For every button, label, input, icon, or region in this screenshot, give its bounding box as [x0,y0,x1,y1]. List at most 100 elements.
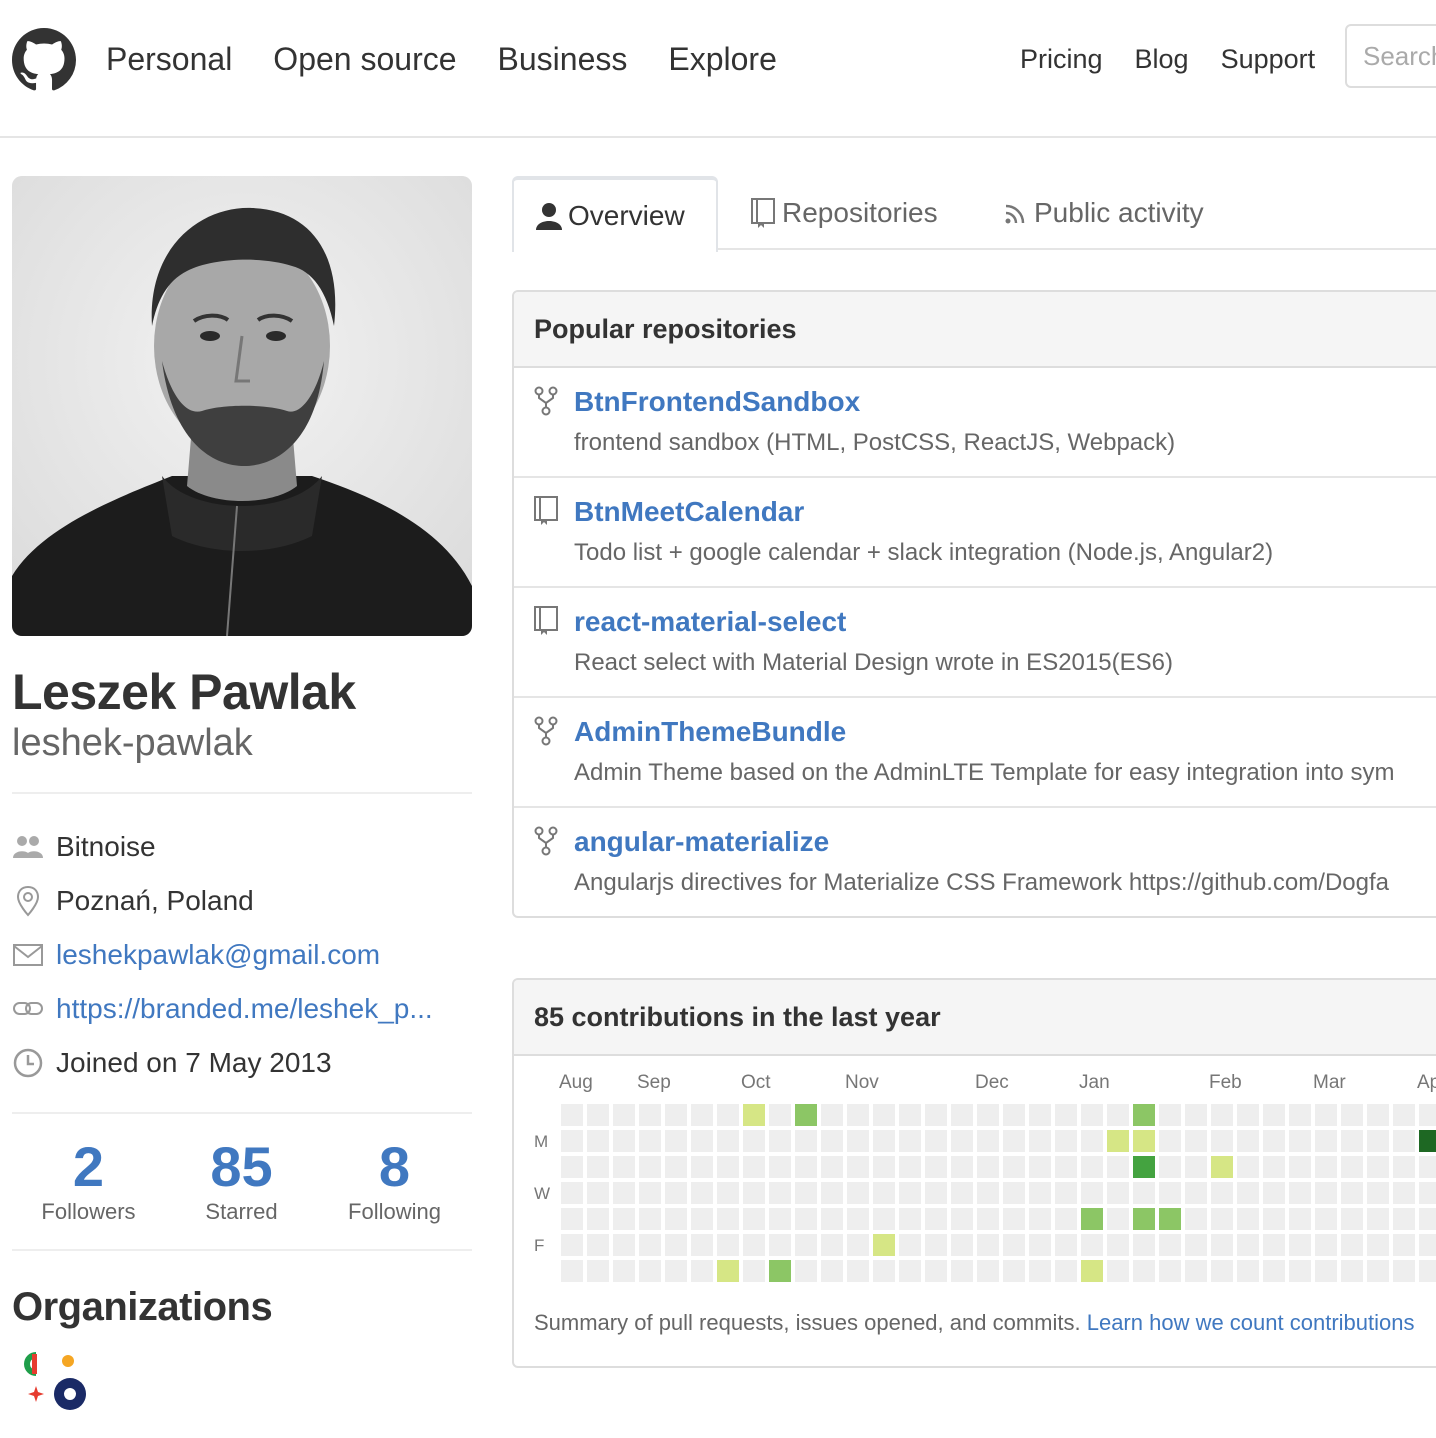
contribution-day[interactable] [847,1156,869,1178]
contribution-day[interactable] [1211,1182,1233,1204]
repo-name-link[interactable]: AdminThemeBundle [574,714,846,750]
contribution-day[interactable] [1029,1234,1051,1256]
contribution-day[interactable] [1081,1260,1103,1282]
contribution-day[interactable] [1081,1234,1103,1256]
contribution-day[interactable] [899,1208,921,1230]
contribution-day[interactable] [925,1104,947,1126]
contribution-day[interactable] [1133,1104,1155,1126]
contribution-day[interactable] [769,1130,791,1152]
contribution-day[interactable] [639,1130,661,1152]
contribution-day[interactable] [1185,1260,1207,1282]
contribution-day[interactable] [717,1182,739,1204]
contribution-day[interactable] [1029,1104,1051,1126]
contribution-day[interactable] [1367,1104,1389,1126]
contribution-day[interactable] [769,1104,791,1126]
contribution-day[interactable] [769,1208,791,1230]
contribution-day[interactable] [951,1260,973,1282]
contribution-day[interactable] [587,1260,609,1282]
contribution-day[interactable] [795,1208,817,1230]
contribution-day[interactable] [743,1208,765,1230]
contribution-day[interactable] [639,1182,661,1204]
contribution-day[interactable] [1341,1208,1363,1230]
contribution-day[interactable] [1289,1130,1311,1152]
contribution-day[interactable] [561,1104,583,1126]
organization-avatar-icon[interactable] [14,1344,94,1416]
contribution-day[interactable] [665,1234,687,1256]
contribution-day[interactable] [1159,1156,1181,1178]
contribution-day[interactable] [899,1182,921,1204]
contribution-day[interactable] [1029,1208,1051,1230]
contribution-day[interactable] [977,1130,999,1152]
email-link[interactable]: leshekpawlak@gmail.com [56,939,380,971]
contribution-day[interactable] [691,1130,713,1152]
contribution-day[interactable] [561,1208,583,1230]
contribution-day[interactable] [925,1260,947,1282]
contribution-day[interactable] [1107,1104,1129,1126]
contribution-day[interactable] [717,1104,739,1126]
contribution-day[interactable] [873,1208,895,1230]
contribution-day[interactable] [1185,1208,1207,1230]
contribution-day[interactable] [951,1234,973,1256]
contribution-day[interactable] [613,1234,635,1256]
contribution-day[interactable] [951,1182,973,1204]
nav-support[interactable]: Support [1221,40,1316,78]
contribution-day[interactable] [639,1156,661,1178]
contribution-day[interactable] [821,1104,843,1126]
contribution-day[interactable] [1107,1260,1129,1282]
contribution-day[interactable] [1419,1104,1436,1126]
contribution-day[interactable] [1055,1208,1077,1230]
contribution-day[interactable] [613,1260,635,1282]
contribution-day[interactable] [977,1208,999,1230]
contribution-day[interactable] [691,1234,713,1256]
contribution-day[interactable] [1055,1182,1077,1204]
contribution-day[interactable] [691,1156,713,1178]
contribution-day[interactable] [1107,1208,1129,1230]
contribution-day[interactable] [613,1156,635,1178]
contribution-day[interactable] [1341,1182,1363,1204]
contribution-day[interactable] [873,1104,895,1126]
contribution-day[interactable] [691,1208,713,1230]
contribution-day[interactable] [821,1130,843,1152]
contribution-day[interactable] [639,1104,661,1126]
contribution-day[interactable] [1185,1234,1207,1256]
contribution-day[interactable] [925,1182,947,1204]
contribution-day[interactable] [1315,1260,1337,1282]
contribution-day[interactable] [743,1260,765,1282]
nav-explore[interactable]: Explore [668,38,777,80]
contribution-day[interactable] [1159,1182,1181,1204]
nav-blog[interactable]: Blog [1135,40,1189,78]
contribution-day[interactable] [1081,1182,1103,1204]
avatar[interactable] [12,176,472,636]
contribution-day[interactable] [769,1182,791,1204]
contribution-day[interactable] [1003,1260,1025,1282]
contribution-day[interactable] [1263,1208,1285,1230]
contribution-day[interactable] [743,1182,765,1204]
contribution-day[interactable] [1081,1156,1103,1178]
contribution-day[interactable] [1003,1234,1025,1256]
contribution-day[interactable] [977,1234,999,1256]
contribution-day[interactable] [899,1130,921,1152]
contribution-day[interactable] [899,1260,921,1282]
contribution-day[interactable] [1003,1104,1025,1126]
contribution-day[interactable] [1419,1234,1436,1256]
tab-overview[interactable]: Overview [512,176,718,252]
contribution-day[interactable] [665,1104,687,1126]
contribution-day[interactable] [1055,1234,1077,1256]
contribution-day[interactable] [1237,1104,1259,1126]
contribution-day[interactable] [977,1104,999,1126]
contribution-day[interactable] [1185,1182,1207,1204]
contribution-day[interactable] [1029,1156,1051,1178]
contribution-day[interactable] [1263,1234,1285,1256]
contribution-day[interactable] [743,1104,765,1126]
contribution-day[interactable] [1341,1104,1363,1126]
contribution-day[interactable] [1419,1156,1436,1178]
contribution-day[interactable] [691,1182,713,1204]
contribution-day[interactable] [1263,1260,1285,1282]
contribution-day[interactable] [821,1182,843,1204]
contribution-day[interactable] [899,1156,921,1178]
contribution-day[interactable] [1237,1156,1259,1178]
contribution-day[interactable] [1003,1130,1025,1152]
contribution-day[interactable] [561,1260,583,1282]
contribution-day[interactable] [1341,1130,1363,1152]
contribution-day[interactable] [1315,1130,1337,1152]
